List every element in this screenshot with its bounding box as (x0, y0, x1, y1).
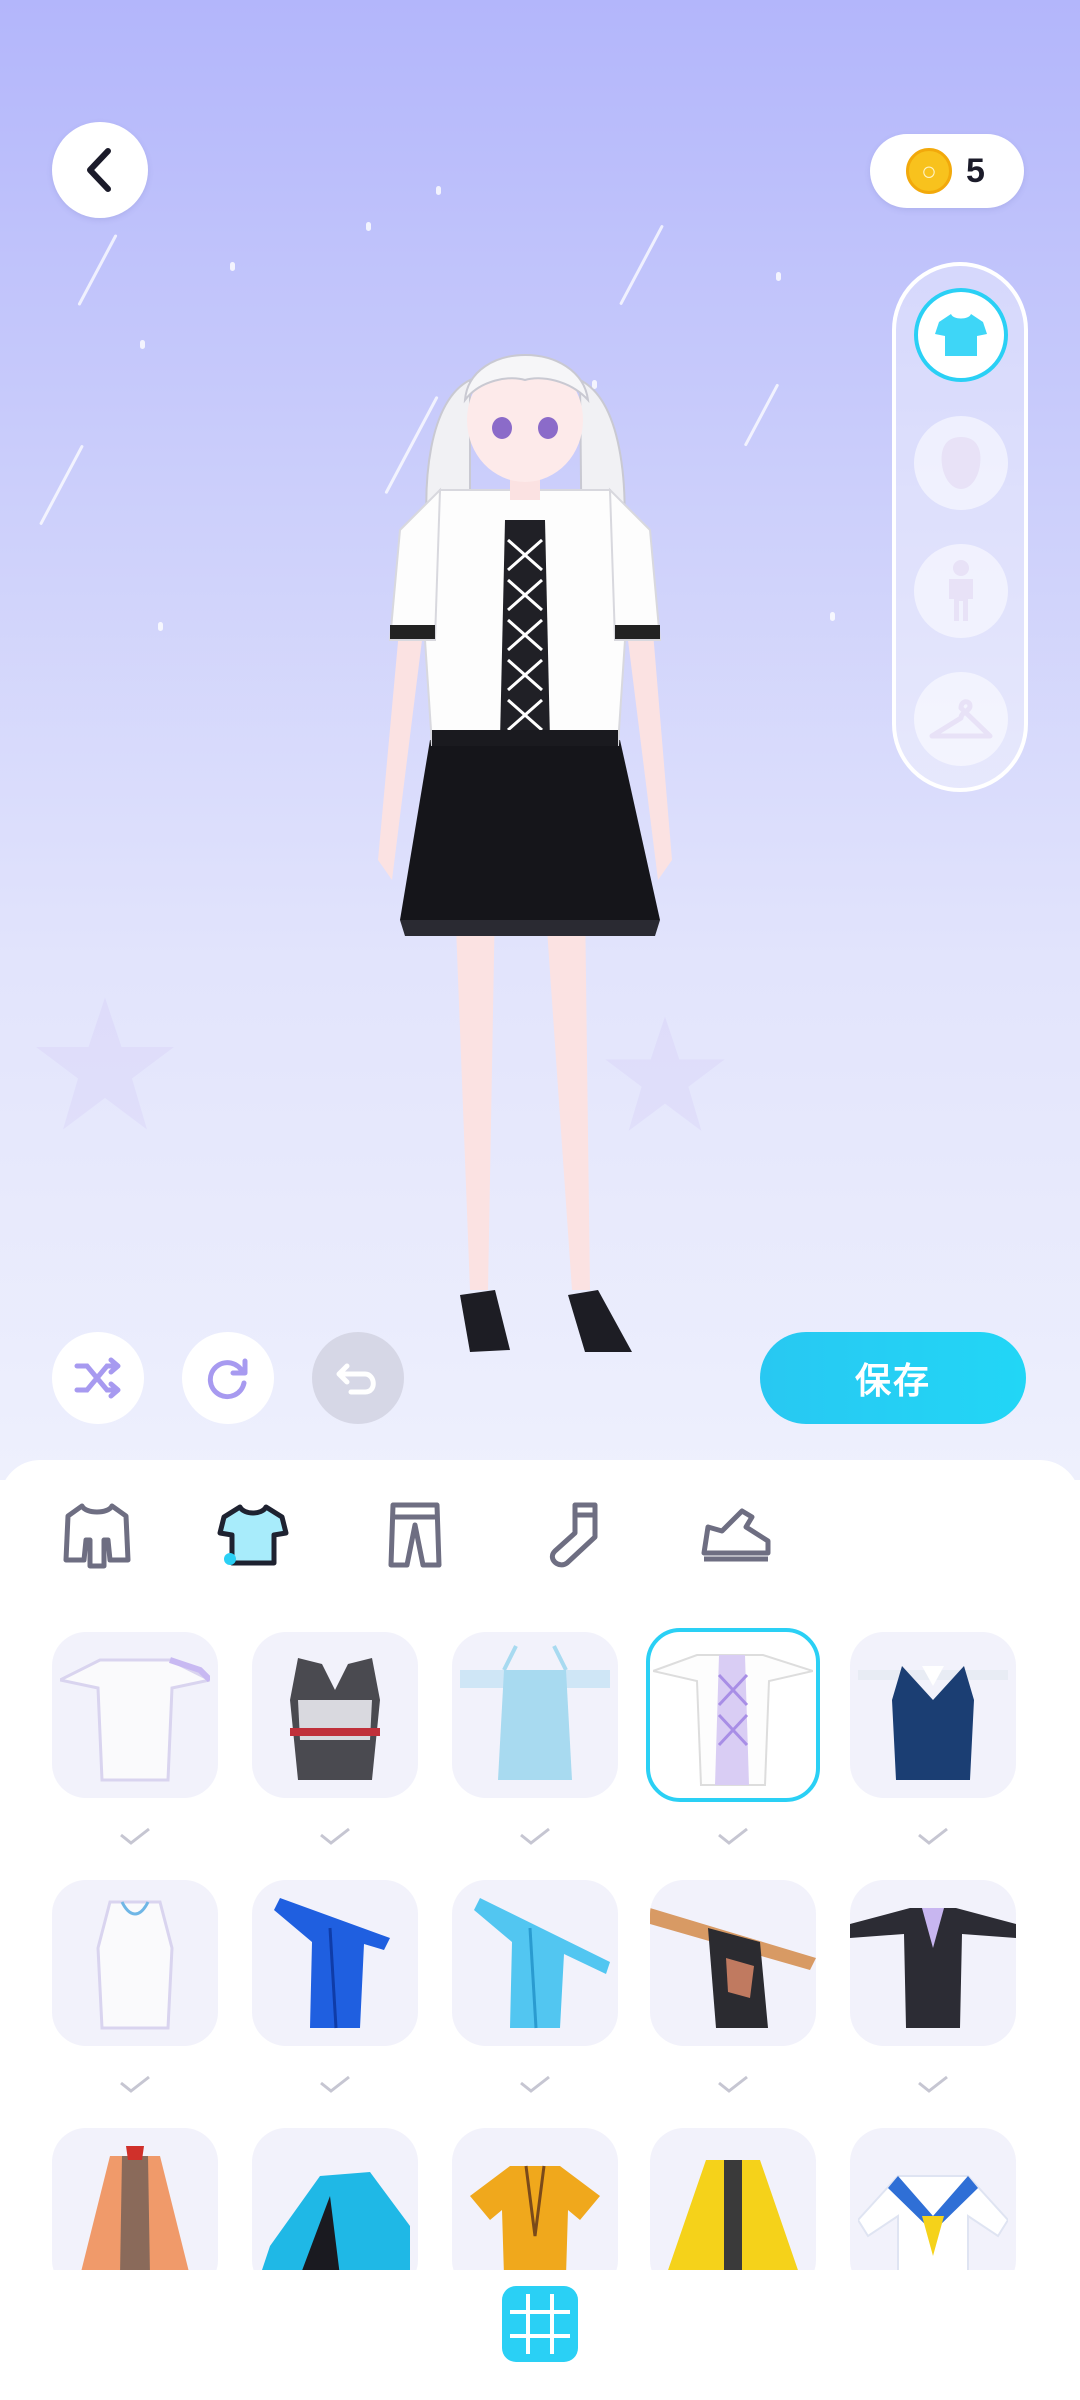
tshirt-icon (935, 314, 987, 356)
grid-view-button[interactable] (500, 2284, 580, 2364)
refresh-icon (207, 1358, 248, 1400)
back-button[interactable] (52, 122, 148, 218)
reset-button[interactable] (182, 1332, 274, 1424)
white-tank-thumb (96, 1900, 174, 2030)
orange-coat-thumb (80, 2146, 190, 2276)
bg-dot (776, 272, 781, 281)
tab-full-outfit[interactable] (52, 1490, 142, 1580)
sneaker-icon (701, 1508, 771, 1562)
clothing-item[interactable] (52, 1632, 218, 1798)
check-icon (315, 1824, 355, 1848)
tab-tops[interactable] (208, 1490, 298, 1580)
check-icon (115, 1824, 155, 1848)
check-icon (913, 1824, 953, 1848)
hanger-icon (929, 699, 993, 739)
check-icon (713, 2072, 753, 2096)
shuffle-button[interactable] (52, 1332, 144, 1424)
grid-icon (502, 2286, 578, 2362)
tab-shoes[interactable] (690, 1490, 780, 1580)
side-tab-clothing[interactable] (914, 288, 1008, 382)
tshirt-icon (217, 1504, 289, 1566)
head-icon (941, 437, 981, 489)
side-tab-body[interactable] (914, 544, 1008, 638)
side-tab-face[interactable] (914, 416, 1008, 510)
black-blazer-thumb (850, 1908, 1016, 2028)
clothing-item-selected[interactable] (646, 1628, 820, 1802)
teal-jacket-thumb (260, 2172, 410, 2276)
check-icon (315, 2072, 355, 2096)
coin-balance[interactable]: ○ 5 (870, 134, 1024, 208)
check-icon (515, 1824, 555, 1848)
clothing-item[interactable] (850, 1880, 1016, 2046)
coin-icon: ○ (906, 148, 952, 194)
bg-streak (743, 383, 780, 447)
cyan-jacket-thumb (474, 1898, 610, 2029)
bg-dot (230, 262, 235, 271)
check-icon (913, 2072, 953, 2096)
check-icon (115, 2072, 155, 2096)
save-button[interactable]: 保存 (760, 1332, 1026, 1424)
bg-dot (140, 340, 145, 349)
cheer-top-thumb (290, 1658, 380, 1780)
sailor-top-thumb (858, 2175, 1008, 2277)
coin-count: 5 (966, 151, 985, 190)
shuffle-icon (74, 1357, 121, 1399)
bg-streak (39, 444, 84, 526)
blue-camisole-thumb (460, 1645, 610, 1780)
check-icon (515, 2072, 555, 2096)
check-icon (713, 1824, 753, 1848)
tab-pants[interactable] (370, 1490, 460, 1580)
clothing-item[interactable] (452, 1880, 618, 2046)
bg-streak (619, 224, 664, 306)
clothing-item[interactable] (650, 1880, 816, 2046)
dark-top-thumb (650, 1908, 816, 2028)
bg-dot (830, 612, 835, 621)
pants-icon (388, 1502, 442, 1568)
undo-icon (336, 1363, 376, 1395)
bg-streak (77, 233, 118, 307)
person-icon (949, 560, 973, 621)
clothing-item[interactable] (850, 1632, 1016, 1798)
yellow-raincoat-thumb (666, 2160, 800, 2276)
clothing-item[interactable] (452, 1632, 618, 1798)
blouse-thumb (653, 1654, 813, 1786)
sock-icon (549, 1502, 598, 1568)
white-shirt-thumb (60, 1657, 210, 1782)
bg-dot (158, 622, 163, 631)
category-side-panel (892, 262, 1028, 792)
undo-button[interactable] (312, 1332, 404, 1424)
blue-jacket-thumb (274, 1898, 390, 2029)
avatar-character (378, 354, 672, 1352)
tab-socks[interactable] (530, 1490, 620, 1580)
chevron-left-icon (87, 148, 111, 192)
outfit-icon (63, 1503, 131, 1569)
side-tab-outfits[interactable] (914, 672, 1008, 766)
bg-dot (366, 222, 371, 231)
clothing-item[interactable] (252, 1880, 418, 2046)
bg-star (36, 997, 174, 1130)
clothing-item[interactable] (52, 1880, 218, 2046)
yellow-tshirt-thumb (470, 2165, 600, 2276)
navy-vest-thumb (858, 1666, 1008, 1780)
bg-dot (436, 186, 441, 195)
clothing-item[interactable] (252, 1632, 418, 1798)
